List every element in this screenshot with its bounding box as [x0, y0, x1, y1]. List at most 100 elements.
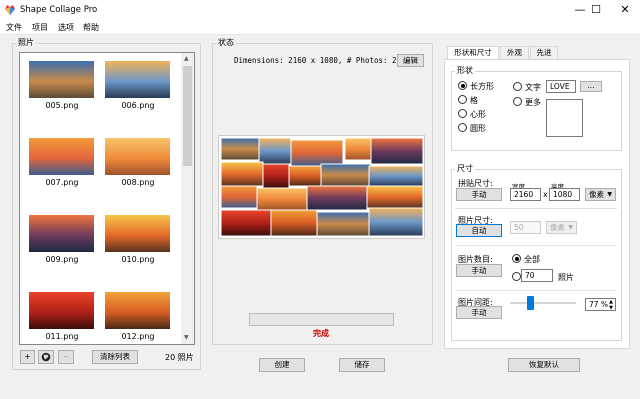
photo-filename: 011.png [45, 332, 79, 341]
photo-thumbnail[interactable] [29, 215, 94, 252]
canvas-unit-value: 像素 [589, 190, 604, 199]
font-picker-button[interactable]: ... [580, 81, 602, 92]
shape-circle-label: 圆形 [470, 124, 486, 133]
shape-rectangle-label: 长方形 [470, 82, 494, 91]
menu-help[interactable]: 帮助 [83, 22, 99, 33]
photo-count-input[interactable]: 70 [521, 269, 553, 282]
scroll-down-icon[interactable]: ▼ [184, 334, 189, 341]
divider [455, 245, 617, 246]
photo-thumbnail[interactable] [29, 138, 94, 175]
divider [455, 208, 617, 209]
photo-thumbnail[interactable] [105, 292, 170, 329]
photo-count-text: 20 照片 [165, 353, 194, 362]
photo-count-unit: 照片 [558, 273, 574, 282]
title-bar: Shape Collage Pro — ☐ ✕ [0, 0, 640, 20]
add-web-photo-button[interactable] [38, 350, 54, 364]
count-all-label: 全部 [524, 255, 540, 264]
divider [455, 290, 617, 291]
save-button[interactable]: 储存 [339, 358, 385, 372]
collage-tile [262, 163, 290, 189]
edit-button[interactable]: 编辑 [397, 54, 424, 67]
progress-bar [249, 313, 394, 326]
shape-rectangle-radio[interactable] [458, 81, 467, 90]
chevron-down-icon: ▼ [568, 224, 573, 231]
shape-grid-radio[interactable] [458, 95, 467, 104]
photo-size-input[interactable]: 50 [510, 221, 541, 234]
collage-tile [290, 139, 344, 167]
collage-tile [368, 165, 424, 187]
photo-filename: 008.png [121, 178, 155, 187]
spinner-arrows-icon[interactable]: ▲ ▼ [609, 299, 613, 311]
count-all-radio[interactable] [512, 254, 521, 263]
collage-tile [220, 185, 258, 209]
photo-size-unit-select[interactable]: 像素 ▼ [546, 221, 577, 234]
collage-tile [288, 165, 322, 187]
dimensions-text: Dimensions: 2160 x 1080, # Photos: 20 [234, 56, 402, 65]
shape-text-radio[interactable] [513, 82, 522, 91]
collage-tile [316, 211, 370, 237]
menu-file[interactable]: 文件 [6, 22, 22, 33]
add-photo-button[interactable]: + [20, 350, 35, 364]
shape-circle-radio[interactable] [458, 123, 467, 132]
photo-filename: 012.png [121, 332, 155, 341]
shape-text-input[interactable]: LOVE [546, 80, 576, 93]
photo-filename: 009.png [45, 255, 79, 264]
spacing-slider-track[interactable] [510, 302, 576, 304]
tab-advanced[interactable]: 先进 [530, 46, 558, 60]
photo-size-mode-button[interactable]: 自动 [456, 224, 502, 237]
spacing-input[interactable]: 77 % ▲ ▼ [585, 298, 616, 311]
reset-defaults-button[interactable]: 恢复默认 [508, 358, 580, 372]
spacing-value: 77 % [589, 300, 609, 309]
collage-tile [220, 209, 272, 237]
menu-bar: 文件 项目 选项 帮助 [0, 20, 640, 35]
photo-filename: 005.png [45, 101, 79, 110]
tab-appearance[interactable]: 外观 [500, 46, 529, 60]
photo-thumbnail[interactable] [105, 61, 170, 98]
photo-list[interactable]: 005.png 006.png 007.png 008.png 009.png 010.p… [19, 52, 195, 345]
shape-heart-radio[interactable] [458, 109, 467, 118]
scroll-up-icon[interactable]: ▲ [184, 55, 189, 62]
status-done-text: 完成 [313, 329, 329, 338]
collage-tile [370, 137, 424, 165]
photos-group-label: 照片 [16, 37, 36, 48]
shape-text-label: 文字 [525, 83, 541, 92]
close-button[interactable]: ✕ [610, 0, 640, 20]
create-button[interactable]: 创建 [259, 358, 305, 372]
canvas-size-mode-button[interactable]: 手动 [456, 188, 502, 201]
shape-more-label: 更多 [525, 98, 541, 107]
collage-tile [270, 209, 318, 237]
spacing-mode-button[interactable]: 手动 [456, 306, 502, 319]
collage-tile [368, 207, 424, 237]
photo-thumbnail[interactable] [105, 138, 170, 175]
width-input[interactable]: 2160 [510, 188, 541, 201]
photo-filename: 010.png [121, 255, 155, 264]
size-group-label: 尺寸 [455, 163, 475, 174]
shape-grid-label: 格 [470, 96, 478, 105]
clear-list-button[interactable]: 清除列表 [92, 350, 138, 364]
photo-filename: 006.png [121, 101, 155, 110]
globe-icon [41, 352, 51, 362]
height-input[interactable]: 1080 [549, 188, 580, 201]
collage-tile [344, 137, 372, 161]
canvas-unit-select[interactable]: 像素 ▼ [585, 188, 616, 201]
collage-preview [218, 135, 425, 239]
custom-shape-preview[interactable] [546, 99, 583, 137]
shape-group-label: 形状 [455, 65, 475, 76]
collage-tile [320, 163, 372, 187]
photo-count-mode-button[interactable]: 手动 [456, 264, 502, 277]
shape-more-radio[interactable] [513, 97, 522, 106]
collage-tile [256, 187, 308, 211]
collage-tile [220, 161, 264, 187]
menu-options[interactable]: 选项 [58, 22, 74, 33]
remove-photo-button[interactable]: − [58, 350, 74, 364]
menu-project[interactable]: 项目 [32, 22, 48, 33]
count-custom-radio[interactable] [512, 272, 521, 281]
photo-thumbnail[interactable] [29, 61, 94, 98]
photo-thumbnail[interactable] [105, 215, 170, 252]
status-group-label: 状态 [216, 37, 236, 48]
spacing-slider-thumb[interactable] [526, 296, 534, 310]
photo-thumbnail[interactable] [29, 292, 94, 329]
maximize-button[interactable]: ☐ [581, 0, 611, 20]
collage-tile [258, 137, 292, 165]
scroll-thumb[interactable] [183, 66, 192, 166]
